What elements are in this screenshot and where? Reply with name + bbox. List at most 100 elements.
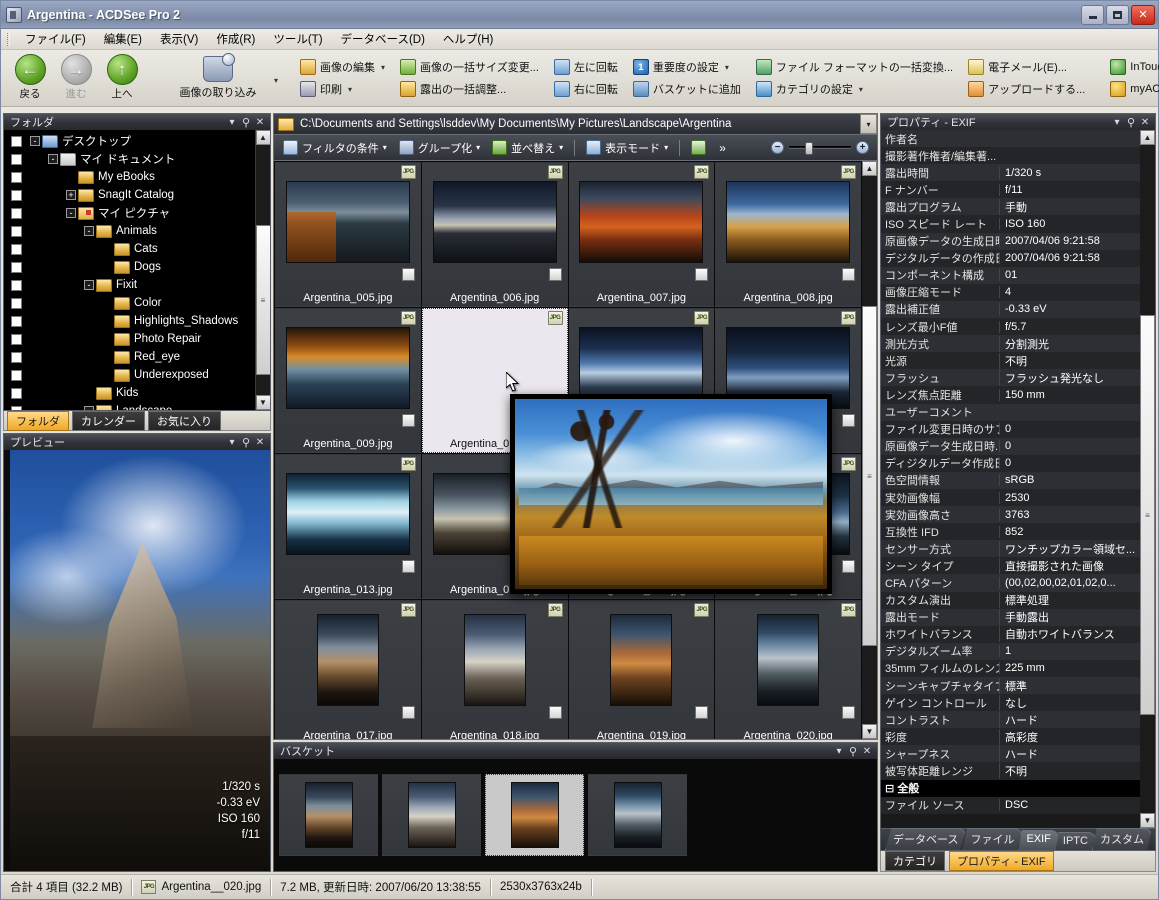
collapse-icon[interactable]: - bbox=[84, 280, 94, 290]
folder-tree-item--[interactable]: - マイ ドキュメント bbox=[4, 150, 255, 168]
thumbnail-zoom-slider[interactable]: − + bbox=[771, 141, 873, 155]
batch-resize-button[interactable]: 画像の一括サイズ変更... bbox=[396, 57, 546, 77]
properties-row[interactable]: ファイル変更日時のサブ...0 bbox=[881, 420, 1140, 438]
print-button[interactable]: 印刷 ▾ bbox=[296, 79, 392, 99]
properties-row[interactable]: 光源 不明 bbox=[881, 352, 1140, 370]
properties-row[interactable]: 画像圧縮モード 4 bbox=[881, 283, 1140, 301]
menu-edit[interactable]: 編集(E) bbox=[95, 29, 151, 49]
tab-exif[interactable]: EXIF bbox=[1018, 830, 1059, 850]
folder-tree-item-cats[interactable]: Cats bbox=[4, 240, 255, 258]
thumbnail-grid-scrollbar[interactable]: ▲ ≡ ▼ bbox=[862, 161, 877, 739]
properties-row[interactable]: 原画像データ生成日時... 0 bbox=[881, 437, 1140, 455]
path-bar[interactable]: C:\Documents and Settings\lsddev\My Docu… bbox=[273, 113, 878, 135]
folder-checkbox[interactable] bbox=[11, 351, 22, 363]
batch-convert-button[interactable]: ファイル フォーマットの一括変換... bbox=[752, 57, 960, 77]
thumbnail-item[interactable]: JPG Argentina_007.jpg bbox=[568, 162, 715, 307]
forward-button[interactable]: → 進む bbox=[56, 54, 96, 101]
properties-row[interactable]: 互換性 IFD 852 bbox=[881, 523, 1140, 541]
properties-panel-menu-chevron-down-icon[interactable]: ▾ bbox=[1110, 117, 1124, 128]
myacd-button[interactable]: myACD bbox=[1106, 79, 1159, 99]
thumbnail-checkbox[interactable] bbox=[842, 414, 855, 427]
folder-tree-item-photo-repair[interactable]: Photo Repair bbox=[4, 330, 255, 348]
collapse-icon[interactable]: - bbox=[84, 226, 94, 236]
properties-row[interactable]: ホワイトバランス 自動ホワイトバランス bbox=[881, 625, 1140, 643]
properties-row[interactable]: デジタルデータの作成日...2007/04/06 9:21:58 bbox=[881, 249, 1140, 267]
add-to-basket-button[interactable]: バスケットに追加 bbox=[629, 79, 748, 99]
tab-file[interactable]: ファイル bbox=[962, 828, 1023, 850]
preview-panel-menu-chevron-down-icon[interactable]: ▾ bbox=[225, 437, 239, 448]
folder-checkbox[interactable] bbox=[11, 153, 22, 165]
properties-row[interactable]: 測光方式 分割測光 bbox=[881, 335, 1140, 353]
folder-checkbox[interactable] bbox=[11, 207, 22, 219]
folder-tree-item-snagit-catalog[interactable]: + SnagIt Catalog bbox=[4, 186, 255, 204]
folders-panel-close-icon[interactable]: ✕ bbox=[253, 117, 267, 128]
rotate-left-button[interactable]: 左に回転 bbox=[550, 57, 625, 77]
tab-properties-exif[interactable]: プロパティ - EXIF bbox=[949, 851, 1054, 871]
basket-item[interactable] bbox=[279, 774, 378, 856]
basket-panel-close-icon[interactable]: ✕ bbox=[860, 746, 874, 757]
menu-database[interactable]: データベース(D) bbox=[332, 29, 434, 49]
tab-custom[interactable]: カスタム bbox=[1091, 828, 1152, 850]
folder-checkbox[interactable] bbox=[11, 261, 22, 273]
scroll-down-arrow-icon[interactable]: ▼ bbox=[862, 724, 877, 739]
properties-row[interactable]: 被写体距離レンジ 不明 bbox=[881, 762, 1140, 780]
properties-row[interactable]: ISO スピード レート ISO 160 bbox=[881, 215, 1140, 233]
folder-tree-scroll-thumb[interactable]: ≡ bbox=[255, 225, 270, 375]
acquire-images-button[interactable]: 画像の取り込み bbox=[164, 53, 272, 100]
properties-row[interactable]: カスタム演出 標準処理 bbox=[881, 591, 1140, 609]
thumbnail-scroll-thumb[interactable]: ≡ bbox=[862, 306, 877, 646]
folder-tree-item-landscape[interactable]: - Landscape bbox=[4, 402, 255, 410]
folder-tree-item--[interactable]: - デスクトップ bbox=[4, 132, 255, 150]
thumbnail-checkbox[interactable] bbox=[842, 560, 855, 573]
properties-row[interactable]: 作者名 bbox=[881, 130, 1140, 148]
preview-panel-pin-icon[interactable]: ⚲ bbox=[239, 436, 253, 449]
preview-panel-close-icon[interactable]: ✕ bbox=[253, 437, 267, 448]
select-all-button[interactable] bbox=[686, 137, 711, 158]
scroll-down-arrow-icon[interactable]: ▼ bbox=[255, 395, 270, 410]
maximize-button[interactable] bbox=[1106, 4, 1129, 25]
thumbnail-item[interactable]: JPG Argentina_018.jpg bbox=[421, 600, 568, 739]
folder-checkbox[interactable] bbox=[11, 315, 22, 327]
folder-tree-item-dogs[interactable]: Dogs bbox=[4, 258, 255, 276]
properties-row[interactable]: レンズ最小F値 f/5.7 bbox=[881, 318, 1140, 336]
folders-panel-pin-icon[interactable]: ⚲ bbox=[239, 116, 253, 129]
folder-tree-item-kids[interactable]: Kids bbox=[4, 384, 255, 402]
minimize-button[interactable] bbox=[1081, 4, 1104, 25]
email-button[interactable]: 電子メール(E)... bbox=[964, 57, 1092, 77]
properties-row[interactable]: 実効画像幅 2530 bbox=[881, 488, 1140, 507]
folder-checkbox[interactable] bbox=[11, 189, 22, 201]
tab-categories[interactable]: カテゴリ bbox=[885, 851, 945, 871]
scroll-down-arrow-icon[interactable]: ▼ bbox=[1140, 813, 1155, 828]
properties-panel-close-icon[interactable]: ✕ bbox=[1138, 117, 1152, 128]
properties-row[interactable]: 彩度 高彩度 bbox=[881, 728, 1140, 746]
thumbnail-item[interactable]: JPG Argentina_019.jpg bbox=[568, 600, 715, 739]
collapse-icon[interactable]: - bbox=[48, 154, 58, 164]
acquire-dropdown-arrow-icon[interactable]: ▾ bbox=[274, 76, 278, 85]
properties-row[interactable]: シーン タイプ 直接撮影された画像 bbox=[881, 557, 1140, 575]
tab-iptc[interactable]: IPTC bbox=[1054, 832, 1096, 850]
zoom-out-button[interactable]: − bbox=[771, 141, 784, 154]
properties-row[interactable]: フラッシュ フラッシュ発光なし bbox=[881, 369, 1140, 387]
menu-help[interactable]: ヘルプ(H) bbox=[434, 29, 502, 49]
folder-tree-scroll-track[interactable]: ≡ bbox=[255, 145, 270, 395]
thumbnail-checkbox[interactable] bbox=[401, 268, 415, 281]
basket-panel-pin-icon[interactable]: ⚲ bbox=[846, 745, 860, 758]
zoom-in-button[interactable]: + bbox=[856, 141, 869, 154]
folder-checkbox[interactable] bbox=[11, 297, 22, 309]
thumbnail-checkbox[interactable] bbox=[695, 706, 709, 719]
properties-row[interactable]: ユーザーコメント bbox=[881, 403, 1140, 421]
collapse-icon[interactable]: - bbox=[66, 208, 76, 218]
set-rating-button[interactable]: 1 重要度の設定 ▾ bbox=[629, 57, 748, 77]
properties-table[interactable]: 作者名 撮影著作権者/編集著... 露出時間 1/320 s F ナンバー f/11 露出プ… bbox=[880, 130, 1156, 829]
properties-row[interactable]: センサー方式 ワンチップカラー領域セ... bbox=[881, 540, 1140, 558]
tab-folders[interactable]: フォルダ bbox=[7, 410, 69, 431]
preview-image-area[interactable]: 1/320 s -0.33 eV ISO 160 f/11 bbox=[3, 450, 271, 872]
tab-database[interactable]: データベース bbox=[885, 828, 967, 850]
properties-row[interactable]: コントラスト ハード bbox=[881, 711, 1140, 729]
thumbnail-item[interactable]: JPG Argentina_020.jpg bbox=[715, 600, 861, 739]
up-button[interactable]: ↑ 上へ bbox=[102, 54, 142, 101]
folder-checkbox[interactable] bbox=[11, 171, 22, 183]
properties-row[interactable]: F ナンバー f/11 bbox=[881, 181, 1140, 199]
thumbnail-checkbox[interactable] bbox=[401, 560, 415, 573]
thumbnail-item[interactable]: JPG Argentina_006.jpg bbox=[421, 162, 568, 307]
